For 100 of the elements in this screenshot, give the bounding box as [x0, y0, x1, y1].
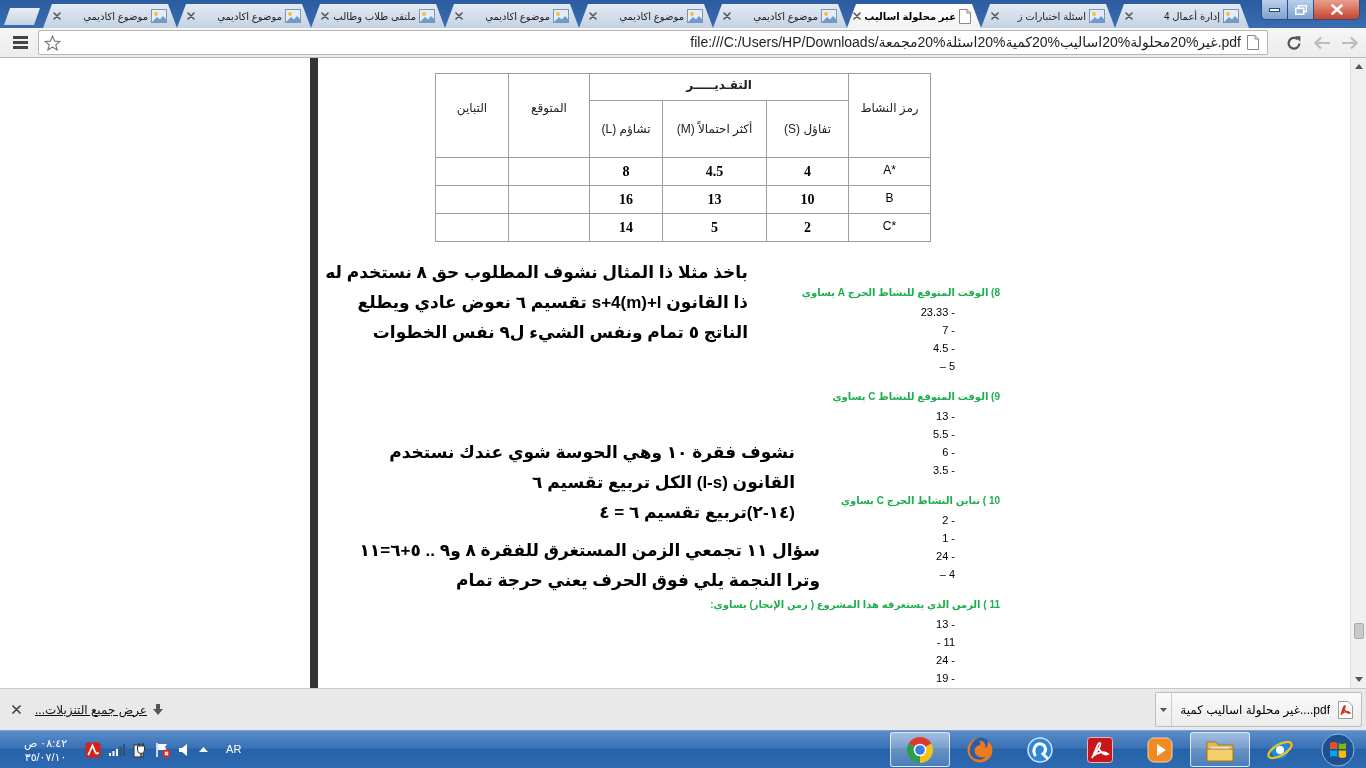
browser-tab[interactable]: اسئلة اختبارات ز — [981, 4, 1115, 28]
forward-icon — [1341, 35, 1359, 50]
table-cell: 4.5 — [662, 157, 767, 186]
table-cell: 2 — [766, 213, 849, 242]
page-icon — [959, 8, 971, 24]
segmented-circle-icon — [906, 735, 934, 764]
answer-option: - 24 — [936, 651, 955, 669]
close-icon[interactable] — [991, 12, 999, 20]
close-icon[interactable] — [723, 12, 731, 20]
answer-option: - 5.5 — [932, 425, 955, 443]
image-icon — [821, 8, 837, 24]
clock-time: ٠٨:٤٢ ص — [24, 735, 68, 750]
table-cell: C* — [848, 213, 931, 242]
browser-tab[interactable]: غير محلولة اساليب — [847, 4, 981, 28]
table-cell: 5 — [662, 213, 767, 242]
browser-tab[interactable]: موضوع اكاديمي — [177, 4, 311, 28]
reload-icon — [1286, 34, 1302, 51]
answer-option: - 1 — [942, 529, 955, 547]
close-icon[interactable] — [589, 12, 597, 20]
column-header: التباين — [435, 73, 509, 158]
close-icon[interactable] — [53, 12, 61, 20]
note-text: باخذ مثلا ذا المثال نشوف المطلوب حق ٨ نستخدم له ذا القانون s+4(m)+l تقسيم ٦ نعوض عادي ويطلع الناتج ٥ تمام ونفس الشيء ل٩ نفس الخطوات — [325, 262, 748, 345]
swoosh-tile-icon[interactable] — [85, 741, 102, 758]
close-icon[interactable] — [1125, 12, 1133, 20]
table-cell: 14 — [589, 213, 663, 242]
question-text: 8) الوقت المتوقع للنشاط الحرج A يساوي — [801, 286, 1000, 300]
note-text: نشوف فقرة ١٠ وهي الحوسة شوي عندك نستخدم القانون (l-s) الكل تربيع تقسيم ٦ (١٤-٢)تربيع تقسيم ٦ = ٤ — [389, 442, 795, 525]
column-header: المتوقع — [508, 73, 590, 158]
download-item[interactable]: غير محلولة اساليب كمية....pdf — [1155, 692, 1362, 727]
browser-tab[interactable]: موضوع اكاديمي — [445, 4, 579, 28]
language-indicator[interactable]: AR — [226, 741, 242, 758]
image-icon — [419, 8, 435, 24]
new-tab-button[interactable] — [4, 8, 40, 25]
answer-option: - 19 — [936, 669, 955, 687]
table-cell: 10 — [766, 185, 849, 214]
answer-option: - 23.33 — [920, 303, 955, 321]
browser-tab[interactable]: إدارة أعمال 4 — [1115, 4, 1249, 28]
answer-option: 4 – — [939, 565, 955, 583]
restore-icon — [1294, 4, 1307, 15]
close-icon[interactable] — [853, 12, 862, 20]
signal-icon[interactable] — [109, 743, 126, 756]
question-text: 11 ) الزمن الذي يستغرقه هذا المشروع ( زمن الإنجاز) يساوي: — [710, 598, 1000, 612]
caret-icon[interactable] — [199, 747, 209, 752]
answer-option: - 24 — [936, 547, 955, 565]
close-icon — [12, 705, 21, 714]
taskbar-button[interactable] — [1190, 732, 1250, 767]
answer-option: - 3.5 — [932, 461, 955, 479]
caret-icon[interactable] — [1160, 707, 1167, 712]
menu-icon — [12, 36, 28, 49]
table-cell: 13 — [662, 185, 767, 214]
close-button[interactable] — [1314, 0, 1360, 20]
close-button[interactable] — [10, 703, 23, 716]
down-arrow-icon[interactable] — [1354, 677, 1363, 682]
browser-tab[interactable]: ملتقى طلاب وطالب — [311, 4, 445, 28]
document-icon — [1338, 700, 1353, 719]
clock-date: ٣٥/٠٧/١٠ — [24, 750, 67, 764]
download-icon — [153, 703, 163, 716]
minimize-button[interactable] — [1261, 0, 1288, 20]
column-header: رمز النشاط — [848, 73, 931, 158]
plug-icon[interactable] — [133, 741, 148, 758]
answer-option: - 2 — [942, 511, 955, 529]
image-icon — [285, 8, 301, 24]
image-icon — [553, 8, 569, 24]
table-cell: 16 — [589, 185, 663, 214]
browser-tab[interactable]: موضوع اكاديمي — [713, 4, 847, 28]
close-icon[interactable] — [321, 12, 329, 20]
show-all-downloads-link[interactable]: عرض جميع التنزيلات... — [35, 700, 147, 719]
close-icon[interactable] — [187, 12, 195, 20]
taskbar-button[interactable] — [890, 732, 950, 767]
answer-option: - 6 — [942, 443, 955, 461]
question-text: 9) الوقت المتوقع للنشاط C يساوي — [832, 390, 1000, 404]
close-icon[interactable] — [455, 12, 463, 20]
swirl-tile-icon — [1087, 736, 1113, 763]
page-icon — [1247, 35, 1259, 50]
column-header: التقـديـــــر — [589, 73, 849, 101]
restore-button[interactable] — [1288, 0, 1314, 20]
globe-icon — [966, 735, 994, 764]
column-header: أكثر احتمالاً (M) — [662, 100, 767, 158]
answer-option: - 13 — [936, 407, 955, 425]
table-cell: A* — [848, 157, 931, 186]
column-header: تفاؤل (S) — [766, 100, 849, 158]
scroll-thumb[interactable] — [1353, 623, 1364, 639]
address-field[interactable]: file:///C:/Users/HP/Downloads/غير%20محلولة%20اساليب%20كمية%20اسئلة%20مجمعة.pdf — [38, 30, 1268, 55]
up-arrow-icon[interactable] — [1354, 64, 1363, 69]
flag-icon[interactable] — [155, 741, 172, 758]
browser-tab[interactable]: موضوع اكاديمي — [43, 4, 177, 28]
image-icon — [1223, 8, 1239, 24]
question-text: 10 ) تباين النشاط الحرج C يساوي — [840, 494, 1000, 508]
image-icon — [1089, 8, 1105, 24]
scrollbar[interactable] — [1350, 58, 1366, 688]
swirl-disc-icon — [1026, 735, 1054, 764]
image-icon — [151, 8, 167, 24]
star-icon[interactable] — [44, 34, 61, 51]
answer-option: 5 – — [939, 357, 955, 375]
browser-tab[interactable]: موضوع اكاديمي — [579, 4, 713, 28]
image-icon — [687, 8, 703, 24]
table-cell: 4 — [766, 157, 849, 186]
answer-option: 11 - — [936, 633, 955, 651]
answer-option: - 13 — [936, 615, 955, 633]
answer-option: - 7 — [942, 321, 955, 339]
